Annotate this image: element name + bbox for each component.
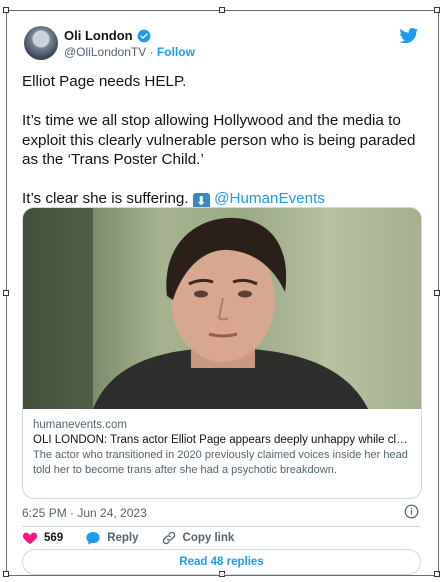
- verified-badge-icon: [137, 29, 151, 42]
- avatar[interactable]: [24, 26, 58, 60]
- resize-handle-top-left[interactable]: [3, 7, 9, 13]
- card-meta: humanevents.com OLI LONDON: Trans actor …: [33, 419, 413, 478]
- read-replies-button[interactable]: Read 48 replies: [22, 549, 421, 575]
- author-name[interactable]: Oli London: [64, 28, 133, 43]
- link-preview-card[interactable]: humanevents.com OLI LONDON: Trans actor …: [22, 207, 422, 499]
- resize-handle-bottom-left[interactable]: [3, 571, 9, 577]
- separator-dot: ·: [149, 45, 154, 59]
- resize-handle-left[interactable]: [3, 290, 9, 296]
- card-image-photo: [23, 208, 421, 409]
- resize-handle-right[interactable]: [434, 290, 440, 296]
- copy-link-label: Copy link: [182, 532, 235, 544]
- resize-handle-top-right[interactable]: [434, 7, 440, 13]
- mention-link[interactable]: @HumanEvents: [214, 190, 325, 207]
- copy-link-button[interactable]: Copy link: [161, 530, 235, 546]
- like-count: 569: [44, 532, 64, 544]
- reply-label: Reply: [107, 532, 139, 544]
- info-icon[interactable]: [404, 504, 419, 519]
- heart-icon: [22, 532, 38, 544]
- card-domain: humanevents.com: [33, 419, 127, 431]
- reply-button[interactable]: Reply: [85, 530, 139, 546]
- tweet-text: Elliot Page needs HELP. It’s time we all…: [22, 72, 424, 210]
- tweet-actions: 569 Reply Copy link: [22, 530, 248, 546]
- tweet-line-3-text: It’s clear she is suffering.: [22, 190, 189, 207]
- reply-bubble-icon: [86, 532, 100, 545]
- twitter-bird-icon[interactable]: [399, 28, 419, 44]
- card-headline: OLI LONDON: Trans actor Elliot Page appe…: [33, 434, 413, 446]
- author-handle[interactable]: @OliLondonTV: [64, 45, 146, 59]
- card-description: The actor who transitioned in 2020 previ…: [33, 449, 408, 476]
- resize-handle-top[interactable]: [219, 7, 225, 13]
- link-icon: [162, 531, 175, 545]
- divider: [22, 526, 421, 527]
- card-image: [23, 208, 421, 409]
- follow-link[interactable]: Follow: [157, 45, 195, 59]
- tweet-embed: Oli London @OliLondonTV · Follow Elliot …: [10, 14, 433, 575]
- author-name-row: Oli London: [64, 28, 151, 43]
- like-button[interactable]: 569: [22, 530, 63, 546]
- tweet-line-1: Elliot Page needs HELP.: [22, 73, 187, 90]
- author-handle-row: @OliLondonTV · Follow: [64, 45, 195, 59]
- resize-handle-bottom-right[interactable]: [434, 571, 440, 577]
- tweet-timestamp[interactable]: 6:25 PM · Jun 24, 2023: [22, 506, 147, 520]
- tweet-line-2: It’s time we all stop allowing Hollywood…: [22, 112, 416, 168]
